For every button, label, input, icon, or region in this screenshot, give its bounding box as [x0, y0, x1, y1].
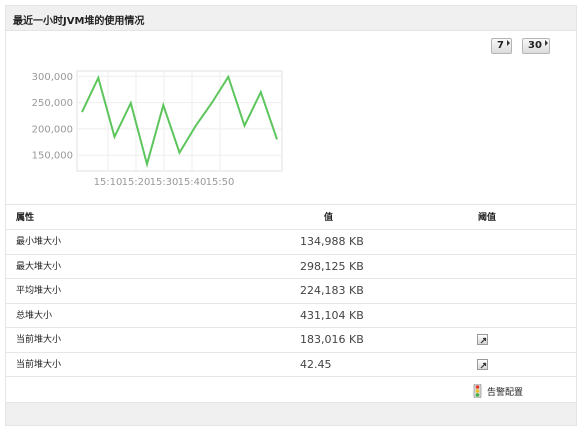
y-tick-label: 300,000	[32, 72, 73, 83]
row-divider	[6, 376, 576, 377]
table-row: 最小堆大小 134,988 KB	[6, 230, 576, 254]
row-name: 最大堆大小	[16, 261, 62, 272]
row-name: 平均堆大小	[16, 286, 62, 296]
table-row: 平均堆大小 224,183 KB	[6, 279, 576, 303]
period-7-label: 7	[497, 40, 504, 51]
panel-footer	[6, 402, 576, 425]
y-tick-label: 150,000	[32, 151, 73, 162]
row-value: 298,125 KB	[300, 259, 364, 273]
row-value: 134,988 KB	[300, 235, 364, 248]
row-name: 最小堆大小	[16, 237, 62, 247]
table-header-row: 属性 值 阈值	[6, 206, 576, 230]
period-30-label: 30	[528, 40, 542, 51]
heap-usage-chart: 150,000200,000250,000300,00015:10 15:20 15…	[32, 70, 283, 188]
x-tick-label: 15:50	[206, 177, 235, 188]
alarm-config-label: 告警配置	[487, 388, 524, 398]
traffic-light-icon	[473, 384, 482, 398]
corner-arrow-icon	[506, 40, 510, 46]
x-tick-label: 15:40	[178, 177, 207, 188]
jvm-heap-panel: 最近一小时JVM堆的使用情况 7 30 150,000 200,000 250,00…	[5, 5, 577, 426]
column-header-name: 属性	[16, 213, 35, 223]
row-value: 431,104 KB	[300, 308, 364, 322]
column-header-value: 值	[324, 213, 334, 223]
row-value: 42.45	[300, 357, 332, 371]
x-tick-label: 15:30	[150, 177, 179, 188]
row-name: 当前堆大小	[16, 335, 62, 345]
y-tick-label: 200,000	[32, 124, 73, 135]
column-header-threshold: 阈值	[478, 213, 497, 223]
x-tick-label: 15:10	[94, 177, 123, 188]
panel-title: 最近一小时JVM堆的使用情况	[13, 16, 145, 27]
period-7-button[interactable]: 7	[491, 38, 512, 54]
corner-arrow-icon	[544, 40, 548, 46]
row-value: 224,183 KB	[300, 284, 364, 297]
edit-threshold-icon[interactable]	[477, 358, 488, 370]
x-tick-label: 15:20	[122, 177, 151, 188]
table-row: 最大堆大小 298,125 KB	[6, 255, 576, 279]
table-row: 当前堆大小 42.45	[6, 353, 576, 377]
table-row: 总堆大小 431,104 KB	[6, 304, 576, 328]
row-value: 183,016 KB	[300, 333, 364, 346]
section-divider	[6, 204, 576, 205]
table-row: 当前堆大小 183,016 KB	[6, 328, 576, 352]
row-name: 总堆大小	[16, 310, 53, 321]
edit-threshold-icon[interactable]	[477, 334, 488, 345]
y-tick-label: 250,000	[32, 98, 73, 109]
chart-area: 7 30 150,000 200,000 250,000 300,000 15:10 15…	[6, 30, 576, 204]
panel-header: 最近一小时JVM堆的使用情况	[6, 6, 576, 31]
row-name: 当前堆大小	[16, 359, 62, 370]
period-30-button[interactable]: 30	[522, 38, 550, 54]
